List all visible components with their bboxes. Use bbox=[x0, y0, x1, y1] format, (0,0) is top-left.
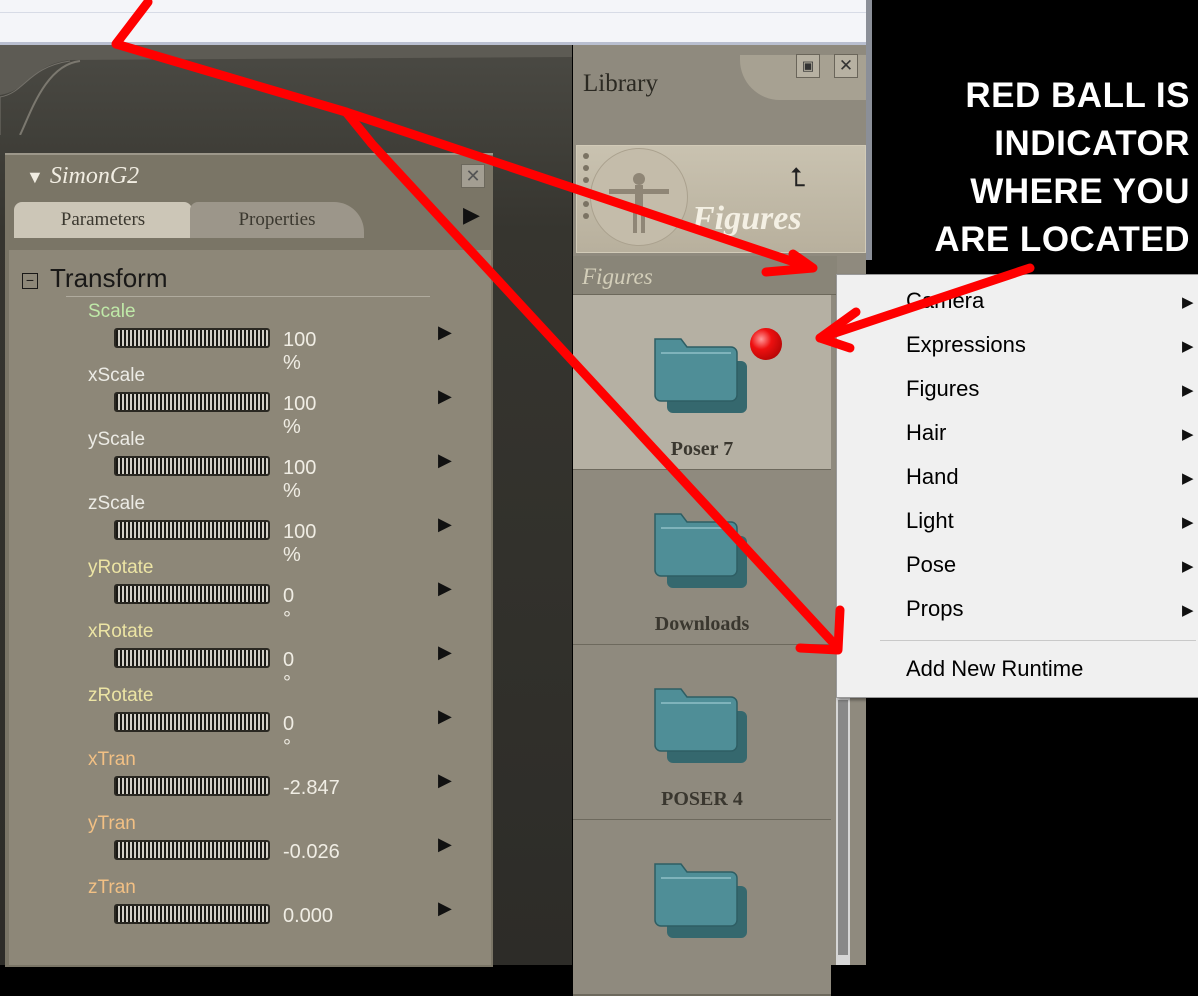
arrow-line-to-red-ball bbox=[815, 263, 1035, 343]
arrow-line-to-breadcrumb bbox=[111, 0, 817, 273]
annotation-arrows bbox=[111, 0, 1035, 655]
